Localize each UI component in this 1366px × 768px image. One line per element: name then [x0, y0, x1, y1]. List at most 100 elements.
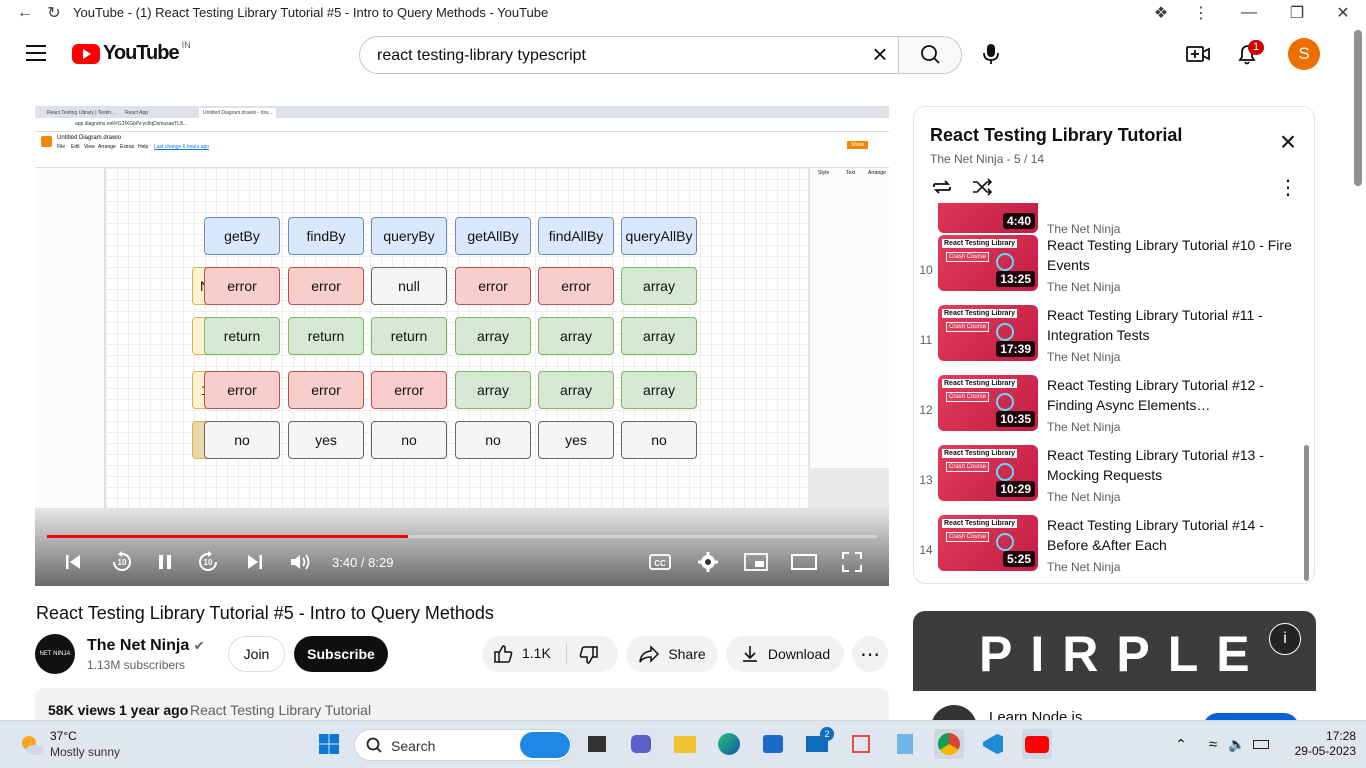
playlist-item[interactable]: 10 React Testing Library Crash Course 13:25… [914, 235, 1304, 305]
table-cell: no [621, 421, 697, 459]
dislike-button[interactable] [578, 644, 600, 669]
playlist-title[interactable]: React Testing Library Tutorial [930, 125, 1182, 146]
minimize-icon[interactable]: — [1239, 3, 1259, 23]
subtitles-button[interactable]: CC [647, 550, 673, 574]
playlist-item-channel: The Net Ninja [1047, 420, 1121, 434]
loop-button[interactable] [930, 175, 954, 204]
youtube-logo[interactable]: YouTube IN [72, 40, 191, 65]
search-button[interactable] [898, 36, 962, 74]
playlist-link[interactable]: React Testing Library Tutorial [190, 702, 371, 718]
playlist-more-icon[interactable]: ⋮ [1278, 175, 1298, 200]
create-video-icon [1186, 46, 1210, 62]
table-cell: array [621, 267, 697, 305]
share-button[interactable]: Share [626, 636, 718, 672]
drawio-menu-item: File [57, 144, 66, 150]
extensions-icon[interactable]: ❖ [1151, 3, 1171, 23]
table-cell: return [371, 317, 447, 355]
more-actions-button[interactable]: ⋯ [852, 636, 888, 672]
search-icon [921, 45, 940, 64]
gear-icon [698, 552, 718, 572]
rewind-10-button[interactable]: 10 [109, 550, 135, 574]
fullscreen-icon [842, 552, 862, 572]
playlist-item[interactable]: 12 React Testing Library Crash Course 10:35… [914, 375, 1304, 445]
playlist-item-index: 14 [919, 543, 933, 557]
subscriber-count: 1.13M subscribers [87, 658, 186, 672]
page-scrollbar[interactable] [1354, 30, 1362, 186]
miniplayer-button[interactable] [743, 550, 769, 574]
sun-cloud-icon [22, 736, 44, 755]
battery-icon[interactable] [1246, 729, 1276, 759]
table-header-cell: queryAllBy [621, 217, 697, 255]
verified-check-icon: ✔ [193, 638, 205, 653]
playlist-item-title: React Testing Library Tutorial #13 - Moc… [1047, 447, 1264, 483]
progress-bar[interactable] [47, 535, 877, 538]
drawio-format-tab: Arrange [868, 170, 886, 176]
ad-banner[interactable]: PIRPLE i Learn Node.js [913, 611, 1316, 721]
table-cell: yes [288, 421, 364, 459]
playlist-item[interactable]: 11 React Testing Library Crash Course 17:39… [914, 305, 1304, 375]
create-button[interactable] [1182, 38, 1214, 70]
back-arrow-icon[interactable]: ← [15, 3, 35, 23]
reload-icon[interactable]: ↻ [44, 3, 64, 23]
close-window-icon[interactable]: ✕ [1333, 3, 1353, 23]
account-avatar[interactable]: S [1288, 38, 1320, 70]
previous-button[interactable] [61, 550, 85, 574]
clear-search-icon[interactable]: × [868, 41, 892, 67]
drawio-share: Share [847, 141, 869, 149]
chat-icon[interactable] [626, 729, 656, 759]
weather-icon[interactable] [18, 731, 46, 759]
fullscreen-button[interactable] [839, 550, 865, 574]
playlist-thumbnail: React Testing Library Crash Course 13:25 [938, 235, 1038, 291]
like-button[interactable] [492, 643, 514, 668]
taskbar-search[interactable]: Search [354, 729, 572, 761]
drawio-format-tab: Style [818, 170, 830, 176]
playlist-item[interactable]: 14 React Testing Library Crash Course 5:25 R… [914, 515, 1304, 583]
subscribe-button[interactable]: Subscribe [294, 636, 388, 672]
voice-search-button[interactable] [976, 36, 1006, 70]
window-title: YouTube - (1) React Testing Library Tuto… [73, 5, 549, 20]
channel-avatar[interactable]: NET NINJA [35, 634, 75, 674]
react-logo-icon [996, 393, 1014, 411]
search-input[interactable]: react testing-library typescript × [359, 36, 899, 74]
next-button[interactable] [243, 550, 267, 574]
info-icon[interactable]: i [1269, 623, 1301, 655]
pause-button[interactable] [153, 550, 177, 574]
edge-icon[interactable] [714, 729, 744, 759]
notepad-icon[interactable] [890, 729, 920, 759]
snipping-tool-icon[interactable] [846, 729, 876, 759]
close-playlist-icon[interactable]: × [1276, 128, 1300, 156]
chrome-icon[interactable] [934, 729, 964, 759]
youtube-app-icon[interactable] [1022, 729, 1052, 759]
playlist-subtitle: The Net Ninja - 5 / 14 [930, 152, 1045, 166]
video-frame-tab: React Testing Library | Testin... [47, 110, 116, 116]
task-view-icon[interactable] [582, 729, 612, 759]
bing-icon[interactable] [520, 732, 570, 758]
download-button[interactable]: Download [726, 636, 844, 672]
channel-name[interactable]: The Net Ninja ✔ [87, 637, 205, 655]
weather-temperature: 37°C [50, 729, 77, 743]
store-icon[interactable] [758, 729, 788, 759]
playlist-item-channel: The Net Ninja [1047, 490, 1121, 504]
taskbar-clock[interactable]: 17:28 29-05-2023 [1295, 729, 1356, 759]
more-vert-icon[interactable]: ⋮ [1191, 3, 1211, 23]
theater-mode-button[interactable] [790, 550, 818, 574]
video-player[interactable]: React Testing Library | Testin... React … [35, 106, 889, 586]
vscode-icon[interactable] [978, 729, 1008, 759]
drawio-menu-item: View [84, 144, 95, 150]
restore-icon[interactable]: ❐ [1287, 3, 1307, 23]
ad-brand: PIRPLE [979, 626, 1268, 682]
join-button[interactable]: Join [228, 636, 285, 672]
file-explorer-icon[interactable] [670, 729, 700, 759]
forward-10-button[interactable]: 10 [195, 550, 221, 574]
volume-button[interactable] [288, 550, 314, 574]
shuffle-button[interactable] [970, 175, 994, 204]
guide-menu-icon[interactable] [26, 45, 46, 61]
mail-icon[interactable]: 2 [802, 727, 834, 759]
settings-button[interactable] [695, 550, 721, 574]
playlist-item[interactable]: 13 React Testing Library Crash Course 10:29… [914, 445, 1304, 515]
start-button[interactable] [314, 729, 344, 759]
table-cell: array [538, 317, 614, 355]
chevron-up-icon[interactable]: ⌃ [1166, 729, 1196, 759]
playlist-scrollbar[interactable] [1304, 445, 1309, 581]
drawio-menu-item: Arrange [98, 144, 116, 150]
